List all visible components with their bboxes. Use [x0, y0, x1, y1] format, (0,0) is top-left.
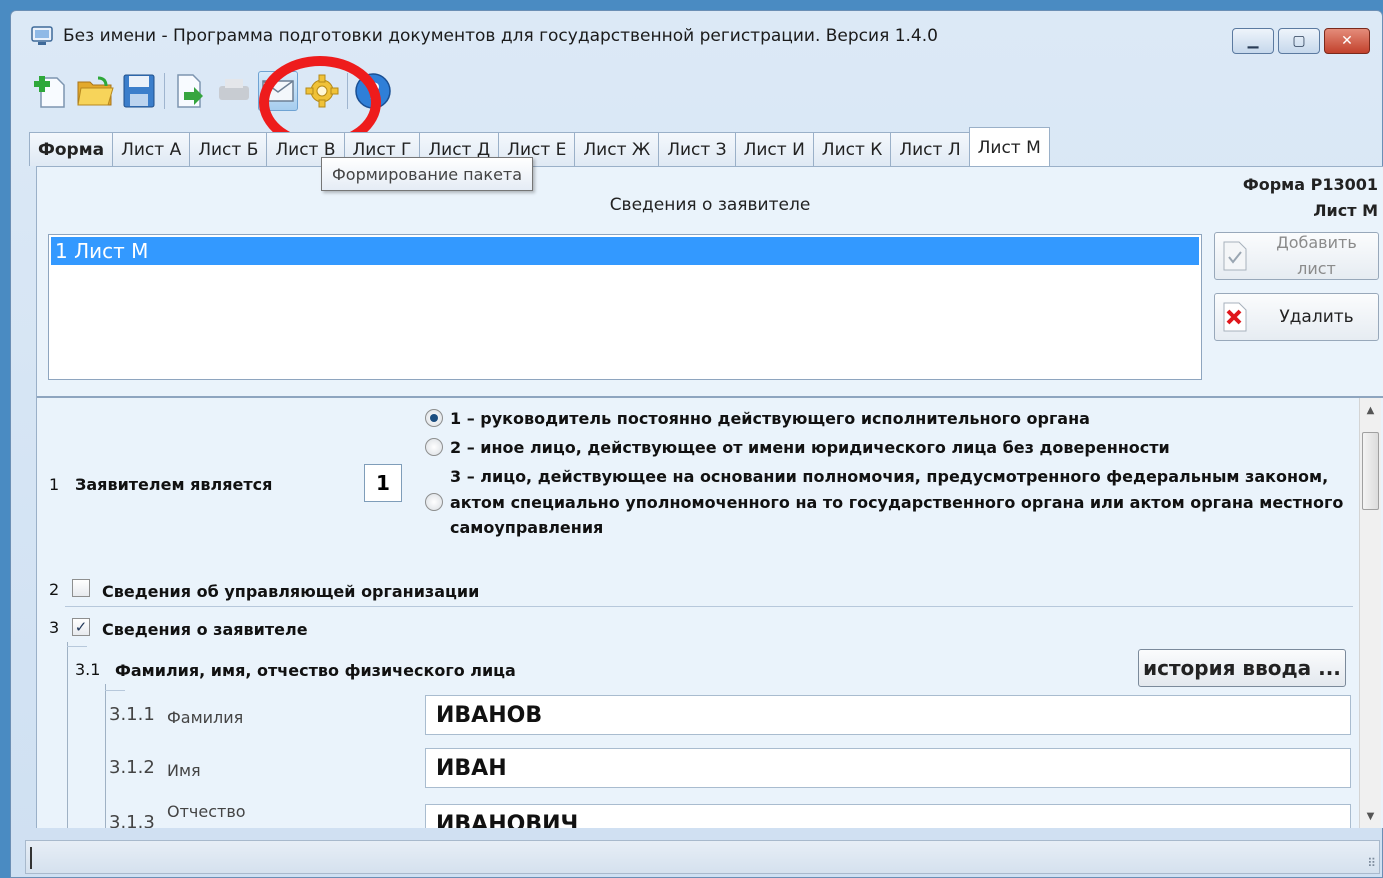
option-1-radio[interactable]: [425, 409, 443, 427]
printer-icon: [219, 79, 249, 100]
application-window: Без имени - Программа подготовки докумен…: [10, 10, 1383, 878]
help-button[interactable]: ?: [351, 69, 395, 113]
applicant-info-label: Сведения о заявителе: [102, 620, 308, 639]
add-sheet-label: Добавить лист: [1276, 233, 1357, 278]
surname-field[interactable]: ИВАНОВ: [425, 695, 1351, 735]
option-3-label-line2: актом специально уполномоченного на то г…: [450, 493, 1344, 512]
export-button[interactable]: [168, 69, 212, 113]
applicant-type-code[interactable]: 1: [364, 464, 402, 502]
toolbar-separator: [347, 73, 348, 109]
section-number: 2: [49, 580, 60, 599]
print-button[interactable]: [212, 69, 256, 113]
form-area: Форма Р13001 Лист М Сведения о заявителе…: [36, 166, 1383, 828]
tree-line: [105, 690, 125, 691]
help-icon: ?: [355, 73, 391, 109]
minimize-button[interactable]: ▁: [1232, 28, 1274, 54]
sheet-list[interactable]: 1 Лист М: [48, 234, 1202, 380]
option-1-label: 1 – руководитель постоянно действующего …: [450, 409, 1090, 428]
envelope-icon: [262, 80, 294, 102]
delete-label: Удалить: [1279, 307, 1354, 327]
tab-list-k[interactable]: Лист К: [812, 132, 892, 166]
divider: [65, 606, 1353, 607]
toolbar: ?: [29, 66, 395, 116]
close-icon: ✕: [1341, 33, 1353, 49]
folder-open-icon: [77, 76, 114, 106]
tree-line: [67, 646, 87, 647]
field-number: 3.1.2: [109, 757, 155, 778]
section-number: 3.1: [75, 660, 101, 679]
tab-list-b[interactable]: Лист Б: [189, 132, 268, 166]
title-bar[interactable]: Без имени - Программа подготовки докумен…: [11, 11, 1382, 61]
name-field[interactable]: ИВАН: [425, 748, 1351, 788]
list-item[interactable]: 1 Лист М: [51, 237, 1199, 265]
tab-list-z[interactable]: Лист З: [658, 132, 736, 166]
management-org-label: Сведения об управляющей организации: [102, 582, 480, 601]
scrollbar-thumb[interactable]: [1362, 432, 1379, 510]
surname-label: Фамилия: [167, 708, 244, 727]
new-document-button[interactable]: [29, 69, 73, 113]
tab-list-l[interactable]: Лист Л: [890, 132, 970, 166]
option-3-label-line3: самоуправления: [450, 518, 604, 537]
gear-icon: [305, 74, 339, 108]
form-package-button[interactable]: [258, 71, 298, 111]
applicant-info-checkbox[interactable]: ✓: [72, 618, 90, 636]
new-doc-plus-icon: [34, 76, 65, 108]
add-sheet-button[interactable]: Добавить лист: [1214, 232, 1379, 280]
field-number: 3.1.1: [109, 704, 155, 725]
section-heading: Сведения о заявителе: [609, 195, 811, 215]
open-folder-button[interactable]: [73, 69, 117, 113]
sheet-tabs: Форма Лист А Лист Б Лист В Лист Г Лист Д…: [29, 126, 1050, 167]
option-2-radio[interactable]: [425, 438, 443, 456]
management-org-checkbox[interactable]: [72, 579, 90, 597]
scroll-down-icon[interactable]: ▼: [1360, 804, 1381, 828]
status-bar: ⠿: [25, 840, 1380, 874]
option-3-radio[interactable]: [425, 493, 443, 511]
option-2-label: 2 – иное лицо, действующее от имени юрид…: [450, 438, 1170, 457]
svg-text:?: ?: [366, 78, 381, 105]
maximize-icon: ▢: [1292, 33, 1306, 49]
status-caret: [30, 847, 32, 869]
delete-button[interactable]: Удалить: [1214, 293, 1379, 341]
tab-list-i[interactable]: Лист И: [734, 132, 814, 166]
close-button[interactable]: ✕: [1324, 28, 1370, 54]
toolbar-separator: [164, 73, 165, 109]
fields-panel[interactable]: 1 Заявителем является 1 1 – руководитель…: [37, 396, 1383, 828]
section-number: 3: [49, 618, 60, 637]
name-label: Имя: [167, 761, 201, 780]
input-history-button[interactable]: история ввода ...: [1138, 649, 1346, 687]
tab-forma[interactable]: Форма: [29, 132, 114, 166]
tooltip: Формирование пакета: [321, 157, 534, 191]
floppy-disk-icon: [123, 74, 155, 108]
resize-grip-icon[interactable]: ⠿: [1367, 856, 1376, 870]
add-sheet-icon: [1223, 241, 1247, 271]
patronymic-field[interactable]: ИВАНОВИЧ: [425, 804, 1351, 828]
scroll-up-icon[interactable]: ▲: [1360, 398, 1381, 422]
tab-list-m[interactable]: Лист М: [968, 127, 1050, 167]
delete-icon: [1223, 302, 1247, 332]
maximize-button[interactable]: ▢: [1278, 28, 1320, 54]
option-3-label-line1: 3 – лицо, действующее на основании полно…: [450, 467, 1329, 486]
section-number: 1: [49, 475, 60, 494]
tab-list-zh[interactable]: Лист Ж: [574, 132, 660, 166]
save-button[interactable]: [117, 69, 161, 113]
applicant-type-label: Заявителем является: [75, 475, 273, 494]
minimize-icon: ▁: [1247, 33, 1259, 49]
window-controls: ▁ ▢ ✕: [1232, 28, 1370, 54]
vertical-scrollbar[interactable]: ▲ ▼: [1359, 398, 1381, 828]
field-number: 3.1.3: [109, 812, 155, 828]
app-monitor-icon: [31, 26, 53, 45]
tree-line: [105, 684, 106, 828]
tab-list-a[interactable]: Лист А: [112, 132, 191, 166]
patronymic-label: Отчество: [167, 802, 246, 821]
tree-line: [67, 642, 68, 828]
fio-label: Фамилия, имя, отчество физического лица: [115, 661, 516, 680]
window-title: Без имени - Программа подготовки докумен…: [63, 26, 938, 46]
export-arrow-icon: [177, 74, 203, 108]
settings-button[interactable]: [300, 69, 344, 113]
